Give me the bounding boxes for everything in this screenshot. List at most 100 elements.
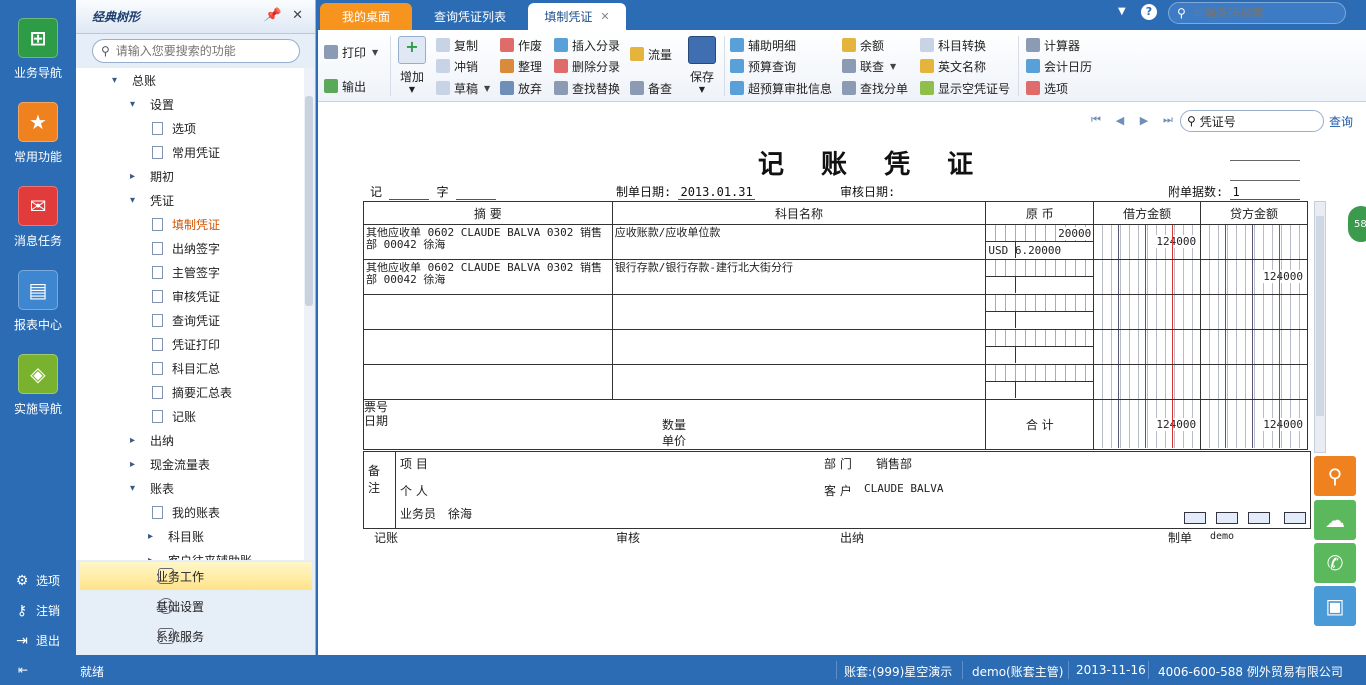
arrange-button[interactable]: 整理 — [500, 56, 542, 76]
voucher-number-input[interactable] — [1199, 114, 1310, 128]
scrollbar-thumb[interactable] — [305, 96, 313, 306]
copy-button[interactable]: 复制 — [436, 35, 478, 55]
first-record-icon[interactable]: ⏮ — [1088, 112, 1104, 128]
notification-bubble[interactable]: 58 — [1346, 204, 1366, 244]
tree-node[interactable]: 我的账表 — [76, 500, 306, 524]
tree-node[interactable]: 主管签字 — [76, 260, 306, 284]
summary-cell[interactable]: 其他应收单 0602 CLAUDE BALVA 0302 销售部 00042 徐… — [363, 259, 613, 295]
add-button[interactable]: + 增加 ▼ — [396, 36, 428, 94]
voucher-number-field[interactable] — [455, 185, 496, 200]
float-service-button[interactable]: ▣ — [1314, 586, 1356, 626]
next-record-icon[interactable]: ▶ — [1136, 112, 1152, 128]
original-cell[interactable] — [985, 329, 1095, 365]
tree-search-input[interactable] — [115, 44, 286, 58]
tree-node[interactable]: 科目汇总 — [76, 356, 306, 380]
over-budget-button[interactable]: 超预算审批信息 — [730, 78, 832, 98]
dock-business-nav[interactable]: ⊞ 业务导航 — [0, 18, 76, 81]
attachments-field[interactable]: 1 — [1230, 185, 1301, 200]
english-name-button[interactable]: 英文名称 — [920, 56, 986, 76]
last-record-icon[interactable]: ⏭ — [1160, 112, 1176, 128]
tree-node[interactable]: 常用凭证 — [76, 140, 306, 164]
collapse-dock-icon[interactable]: ⇤ — [18, 663, 28, 677]
subject-convert-button[interactable]: 科目转换 — [920, 35, 986, 55]
chevron-right-icon[interactable]: ▸ — [148, 555, 160, 561]
find-replace-button[interactable]: 查找替换 — [554, 78, 620, 98]
tree-node[interactable]: 摘要汇总表 — [76, 380, 306, 404]
chevron-right-icon[interactable]: ▸ — [130, 171, 142, 182]
chevron-right-icon[interactable]: ▸ — [130, 435, 142, 446]
chevron-down-icon[interactable]: ▼ — [1118, 6, 1126, 17]
dock-implementation-nav[interactable]: ◈ 实施导航 — [0, 354, 76, 417]
tree-tab-business-work[interactable]: 业务工作 — [80, 562, 312, 590]
original-cell[interactable] — [985, 294, 1095, 330]
original-cell[interactable] — [985, 259, 1095, 295]
tab-fill-voucher[interactable]: 填制凭证 ✕ — [528, 3, 626, 30]
toolbar-options-button[interactable]: 选项 — [1026, 78, 1068, 98]
original-cell[interactable]: 20000 USD 6.20000 — [985, 224, 1095, 260]
tree-node[interactable]: 凭证打印 — [76, 332, 306, 356]
make-date-field[interactable]: 2013.01.31 — [678, 185, 755, 200]
delete-entry-button[interactable]: 删除分录 — [554, 56, 620, 76]
cashflow-button[interactable]: 流量 — [630, 44, 672, 64]
tree-node[interactable]: ▾ 凭证 — [76, 188, 306, 212]
summary-cell[interactable] — [363, 294, 613, 330]
debit-cell[interactable] — [1093, 259, 1202, 295]
subject-cell[interactable]: 应收账款/应收单位款 — [611, 224, 987, 260]
print-button[interactable]: 打印 ▼ — [324, 42, 378, 62]
original-cell[interactable] — [985, 364, 1095, 400]
chevron-down-icon[interactable]: ▾ — [112, 75, 124, 86]
card-icon[interactable] — [1184, 512, 1206, 524]
dock-common-functions[interactable]: ★ 常用功能 — [0, 102, 76, 165]
credit-cell[interactable]: 124000 — [1200, 259, 1308, 295]
subject-cell[interactable]: 银行存款/银行存款-建行北大街分行 — [611, 259, 987, 295]
show-blank-voucher-button[interactable]: 显示空凭证号 — [920, 78, 1010, 98]
linked-query-button[interactable]: 联查 ▼ — [842, 56, 896, 76]
collapse-icon[interactable] — [1284, 512, 1306, 524]
tree-node[interactable]: 审核凭证 — [76, 284, 306, 308]
tab-my-desktop[interactable]: 我的桌面 — [320, 3, 412, 30]
tree-node[interactable]: 记账 — [76, 404, 306, 428]
summary-cell[interactable] — [363, 364, 613, 400]
summary-cell[interactable] — [363, 329, 613, 365]
export-button[interactable]: 输出 — [324, 76, 366, 96]
credit-cell[interactable] — [1200, 329, 1308, 365]
debit-cell[interactable]: 124000 — [1093, 224, 1202, 260]
tree-node[interactable]: ▸ 期初 — [76, 164, 306, 188]
tree-node[interactable]: ▾ 设置 — [76, 92, 306, 116]
memo-button[interactable]: 备查 — [630, 78, 672, 98]
reverse-button[interactable]: 冲销 — [436, 56, 478, 76]
scrollbar-thumb[interactable] — [1316, 216, 1324, 416]
voucher-type-field[interactable] — [389, 185, 430, 200]
tab-voucher-list[interactable]: 查询凭证列表 — [418, 3, 522, 30]
float-cloud-button[interactable]: ☁ — [1314, 500, 1356, 540]
tree-scrollbar[interactable] — [304, 68, 314, 560]
salesman-value[interactable]: 徐海 — [448, 505, 472, 522]
help-icon[interactable]: ? — [1141, 4, 1157, 20]
tree-node[interactable]: 填制凭证 — [76, 212, 306, 236]
tree-node[interactable]: 查询凭证 — [76, 308, 306, 332]
tree-node[interactable]: ▸ 科目账 — [76, 524, 306, 548]
subject-cell[interactable] — [611, 329, 987, 365]
credit-cell[interactable] — [1200, 224, 1308, 260]
ticket-info-cell[interactable]: 票号 日期 数量 单价 — [362, 399, 987, 450]
debit-cell[interactable] — [1093, 329, 1202, 365]
tree-node[interactable]: ▸ 客户往来辅助账 — [76, 548, 306, 561]
tree-node[interactable]: ▾ 总账 — [76, 68, 306, 92]
void-button[interactable]: 作废 — [500, 35, 542, 55]
save-button[interactable]: 保存 ▼ — [686, 36, 718, 94]
chevron-down-icon[interactable]: ▾ — [130, 195, 142, 206]
chevron-right-icon[interactable]: ▸ — [148, 531, 160, 542]
tree-tab-basic-settings[interactable]: 基础设置 — [80, 592, 312, 620]
subject-cell[interactable] — [611, 294, 987, 330]
grid-icon[interactable] — [1248, 512, 1270, 524]
calendar-button[interactable]: 会计日历 — [1026, 56, 1092, 76]
tree-node[interactable]: ▾ 账表 — [76, 476, 306, 500]
dock-options-button[interactable]: ⚙ 选项 — [14, 572, 60, 589]
tree-node[interactable]: ▸ 出纳 — [76, 428, 306, 452]
credit-cell[interactable] — [1200, 364, 1308, 400]
close-tab-icon[interactable]: ✕ — [600, 10, 609, 23]
voucher-query-link[interactable]: 查询 — [1329, 113, 1353, 130]
dock-logout-button[interactable]: ⚷ 注销 — [14, 602, 60, 619]
aux-detail-button[interactable]: 辅助明细 — [730, 35, 796, 55]
debit-cell[interactable] — [1093, 294, 1202, 330]
